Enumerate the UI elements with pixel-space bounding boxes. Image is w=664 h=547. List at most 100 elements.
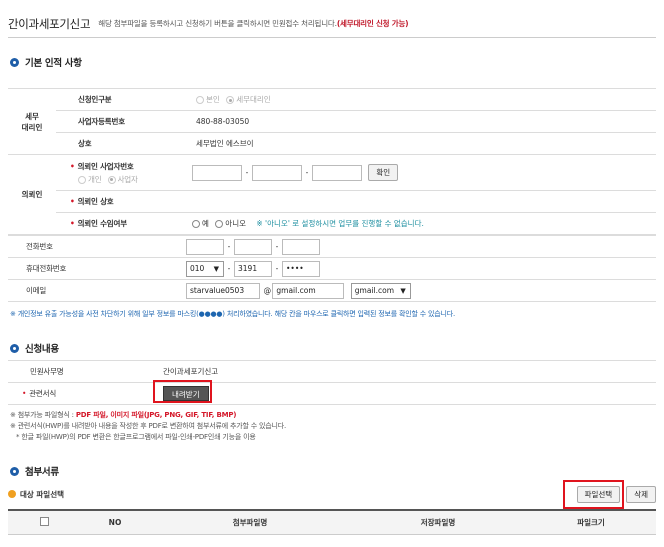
service-name-label: 민원사무명	[8, 360, 153, 383]
applicant-type-label: 신청인구분	[56, 88, 186, 111]
radio-client-individual-label: 개인	[88, 174, 102, 184]
dash: -	[305, 168, 309, 177]
select-all-checkbox[interactable]	[39, 517, 49, 526]
page-header: 간이과세포기신고 해당 첨부파일을 등록하시고 신청하기 버튼을 클릭하시면 민…	[8, 10, 656, 38]
client-consent-radios: 예 아니오 ※ '아니오' 로 설정하시면 업무를 진행할 수 없습니다.	[186, 212, 656, 235]
client-biz-no-label: 의뢰인 사업자번호	[77, 161, 134, 171]
phone-field-3[interactable]	[282, 238, 320, 255]
required-mark: •	[70, 219, 75, 228]
radio-consent-yes[interactable]	[192, 220, 200, 228]
client-company-label: 의뢰인 상호	[77, 197, 114, 206]
target-file-label: 대상 파일선택	[20, 489, 65, 499]
section-title: 신청내용	[25, 344, 59, 355]
col-file-size: 파일크기	[577, 518, 605, 527]
radio-consent-no[interactable]	[215, 220, 224, 228]
applicant-type-radios: 본인 세무대리인	[186, 88, 656, 111]
radio-self-label: 본인	[206, 95, 220, 104]
mobile-inputs: 010 ▼ -3191- ••••	[186, 257, 656, 280]
consent-note: ※ '아니오' 로 설정하시면 업무를 진행할 수 없습니다.	[256, 219, 424, 228]
email-label: 이메일	[8, 279, 186, 302]
description-highlight: (세무대리인 신청 가능)	[336, 19, 409, 28]
dash: -	[275, 264, 279, 273]
email-id-field[interactable]: starvalue0503	[186, 282, 260, 299]
client-company-cell: • 의뢰인 상호	[56, 190, 186, 213]
radio-client-business[interactable]	[107, 175, 116, 184]
required-mark: •	[22, 389, 27, 398]
chevron-down-icon: ▼	[400, 286, 406, 295]
select-file-highlight-box	[563, 480, 624, 509]
client-company-value	[186, 190, 656, 213]
dash: -	[227, 264, 231, 273]
file-format-prefix: ※ 첨부가능 파일형식 :	[10, 411, 76, 419]
radio-client-individual[interactable]	[78, 175, 86, 184]
confirm-button[interactable]: 확인	[368, 164, 399, 181]
mobile-label: 휴대전화번호	[8, 257, 186, 280]
col-attach-name: 첨부파일명	[232, 518, 268, 527]
target-bullet-icon	[8, 490, 16, 498]
section-application: 신청내용	[10, 341, 59, 355]
privacy-note: ※ 개인정보 유출 가능성을 사전 차단하기 위해 일부 정보를 마스킹(●●●…	[10, 309, 455, 319]
description-text: 해당 첨부파일을 등록하시고 신청하기 버튼을 클릭하시면 민원접수 처리됩니다…	[98, 19, 337, 28]
email-domain-select[interactable]: gmail.com ▼	[350, 282, 411, 299]
download-cell: 내려받기	[153, 382, 656, 405]
radio-consent-yes-label: 예	[202, 219, 209, 228]
dash: -	[275, 242, 279, 251]
dash: -	[245, 168, 249, 177]
phone-inputs: --	[186, 235, 656, 258]
section-attachments: 첨부서류	[10, 464, 59, 478]
client-biz-no-field-2[interactable]	[252, 164, 302, 181]
phone-label: 전화번호	[8, 235, 186, 258]
file-format-types: PDF 파일, 이미지 파일(JPG, PNG, GIF, TIF, BMP)	[75, 411, 237, 419]
attach-header-row: 대상 파일선택 파일선택 삭제	[8, 483, 656, 505]
radio-client-business-label: 사업자	[117, 174, 138, 184]
phone-field-2[interactable]	[234, 238, 272, 255]
form-label-cell: • 관련서식	[8, 382, 153, 405]
mobile-prefix-select[interactable]: 010 ▼	[186, 260, 224, 277]
delete-button[interactable]: 삭제	[626, 485, 656, 503]
client-consent-cell: • 의뢰인 수임여부	[56, 212, 186, 235]
chevron-down-icon: ▼	[213, 264, 219, 273]
col-no: NO	[108, 518, 122, 527]
client-biz-no-field-3[interactable]	[312, 164, 362, 181]
client-consent-label: 의뢰인 수임여부	[77, 219, 128, 228]
radio-tax-agent-label: 세무대리인	[236, 95, 271, 104]
select-all-cell	[8, 517, 80, 528]
form-label: 관련서식	[29, 389, 57, 398]
company-value: 세무법인 에스브이	[186, 132, 656, 155]
radio-consent-no-label: 아니오	[225, 219, 246, 228]
section-title: 첨부서류	[25, 467, 59, 478]
radio-self[interactable]	[196, 96, 204, 104]
client-biz-no-inputs: - - 확인	[186, 154, 656, 191]
mobile-mid-field[interactable]: 3191	[234, 260, 272, 277]
privacy-note-text: ※ 개인정보 유출 가능성을 사전 차단하기 위해 일부 정보를 마스킹(●●●…	[10, 310, 456, 318]
biz-reg-no-label: 사업자등록번호	[56, 110, 186, 133]
section-bullet-icon	[10, 343, 19, 353]
required-mark: •	[70, 161, 75, 171]
client-biz-no-cell: • 의뢰인 사업자번호 개인 사업자	[56, 154, 186, 191]
col-saved-name: 저장파일명	[420, 518, 456, 527]
download-highlight-box	[153, 380, 212, 403]
phone-field-1[interactable]	[186, 238, 224, 255]
hwp-convert-note: ※ 관련서식(HWP)를 내려받아 내용을 작성한 후 PDF로 변환하여 첨부…	[10, 422, 287, 430]
company-label: 상호	[56, 132, 186, 155]
service-name-value: 간이과세포기신고	[153, 360, 656, 383]
dash: -	[227, 242, 231, 251]
section-title: 기본 인적 사항	[25, 58, 82, 69]
email-domain-select-value: gmail.com	[354, 285, 395, 295]
hwp-pdf-tip: * 한글 파일(HWP)의 PDF 변환은 한글프로그램에서 파일-인쇄-PDF…	[16, 433, 256, 441]
email-domain-field[interactable]: gmail.com	[272, 282, 345, 299]
contact-table: 전화번호 -- 휴대전화번호 010 ▼ -3191- •••• 이메일 starva…	[8, 235, 656, 302]
biz-reg-no-value: 480-88-03050	[186, 110, 656, 133]
page-description: 해당 첨부파일을 등록하시고 신청하기 버튼을 클릭하시면 민원접수 처리됩니다…	[98, 18, 408, 29]
application-table: 민원사무명 간이과세포기신고 • 관련서식 내려받기	[8, 360, 656, 405]
mobile-prefix-value: 010	[190, 263, 205, 273]
client-group-label: 의뢰인	[8, 154, 56, 235]
email-at-sign: @	[263, 286, 272, 295]
radio-tax-agent[interactable]	[226, 96, 235, 104]
section-basic-info: 기본 인적 사항	[10, 55, 82, 69]
mobile-last-field[interactable]: ••••	[282, 260, 320, 277]
page-title: 간이과세포기신고	[8, 16, 91, 31]
client-biz-no-field-1[interactable]	[192, 164, 242, 181]
file-format-note: ※ 첨부가능 파일형식 : PDF 파일, 이미지 파일(JPG, PNG, G…	[10, 410, 237, 420]
section-bullet-icon	[10, 466, 19, 476]
